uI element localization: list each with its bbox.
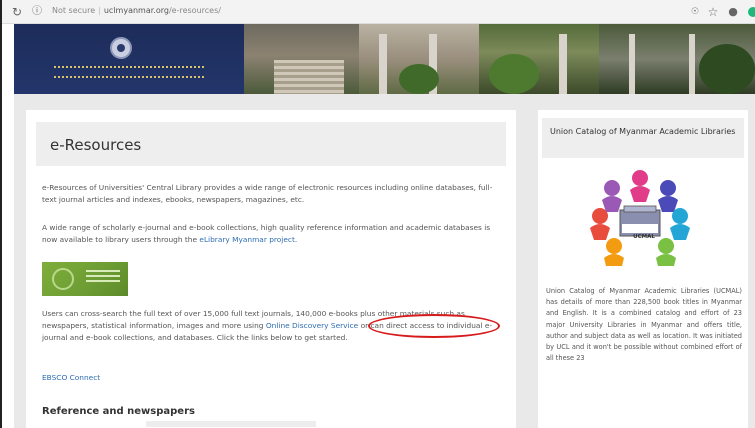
elibrary-banner-image[interactable] <box>42 262 128 296</box>
window-edge <box>0 0 2 428</box>
sidebar-header: Union Catalog of Myanmar Academic Librar… <box>542 118 744 158</box>
university-seal-icon <box>110 37 132 59</box>
red-highlight-circle <box>368 314 500 338</box>
cutoff-text-line <box>146 421 316 427</box>
url-path: /e-resources/ <box>168 6 221 15</box>
banner-photo-2 <box>359 24 479 94</box>
banner-photo-3 <box>479 24 599 94</box>
title-panel: e-Resources <box>36 122 506 166</box>
elibrary-logo-icon <box>52 268 74 290</box>
info-icon[interactable]: ⓘ <box>30 5 44 19</box>
ucmal-logo-text: UCMAL <box>633 234 655 240</box>
online-discovery-service-link[interactable]: Online Discovery Service <box>266 321 358 330</box>
elibrary-myanmar-link[interactable]: eLibrary Myanmar project <box>199 235 294 244</box>
account-icon[interactable]: ● <box>726 5 740 19</box>
banner-stairs <box>274 60 344 94</box>
page-title: e-Resources <box>50 136 142 154</box>
ucmal-description: Union Catalog of Myanmar Academic Librar… <box>546 287 742 363</box>
intro-paragraph: e-Resources of Universities' Central Lib… <box>42 183 493 204</box>
elibrary-banner-text <box>86 270 120 272</box>
security-label: Not secure <box>52 6 96 15</box>
ucmal-logo-icon[interactable] <box>578 164 702 268</box>
reload-icon[interactable]: ↻ <box>10 5 24 19</box>
main-content: e-Resources e-Resources of Universities'… <box>26 110 516 428</box>
address-bar[interactable]: Not secure | uclmyanmar.org/e-resources/ <box>52 6 221 15</box>
banner-myanmar-title <box>54 66 204 78</box>
page: e-Resources e-Resources of Universities'… <box>14 24 755 428</box>
banner-photo-4 <box>599 24 755 94</box>
section-heading: Reference and newspapers <box>42 406 195 417</box>
ebsco-connect-link[interactable]: EBSCO Connect <box>42 372 100 384</box>
sidebar: Union Catalog of Myanmar Academic Librar… <box>538 110 748 428</box>
extension-icon[interactable] <box>748 7 755 17</box>
browser-toolbar: ↻ ⓘ Not secure | uclmyanmar.org/e-resource… <box>2 0 755 24</box>
elibrary-paragraph: A wide range of scholarly e-journal and … <box>42 222 504 246</box>
sidebar-title: Union Catalog of Myanmar Academic Librar… <box>550 127 736 136</box>
site-banner <box>14 24 755 94</box>
translate-icon[interactable]: ☉ <box>688 5 702 19</box>
url-domain: uclmyanmar.org <box>103 6 169 15</box>
elibrary-text-end: . <box>294 235 298 244</box>
star-icon[interactable]: ☆ <box>706 5 720 19</box>
banner-logo-area[interactable] <box>14 24 244 94</box>
